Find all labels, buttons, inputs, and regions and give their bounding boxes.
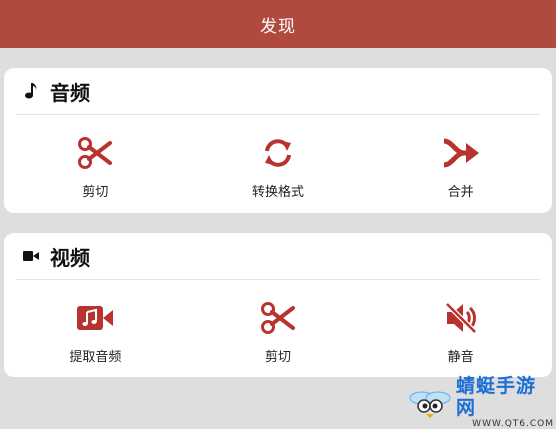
- video-mute-button[interactable]: 静音: [369, 280, 552, 378]
- video-cut-button[interactable]: 剪切: [187, 280, 370, 378]
- video-extract-audio-button[interactable]: 提取音频: [4, 280, 187, 378]
- music-note-icon: [22, 82, 40, 100]
- video-music-icon: [75, 298, 115, 338]
- watermark-main: 蜻蜓手游网: [456, 375, 537, 419]
- video-section-title: 视频: [50, 245, 90, 270]
- audio-tools: 剪切 转换格式 合并: [4, 115, 552, 213]
- audio-cut-button[interactable]: 剪切: [4, 115, 187, 213]
- video-mute-label: 静音: [447, 349, 474, 365]
- video-extract-audio-label: 提取音频: [69, 349, 122, 365]
- audio-cut-label: 剪切: [82, 184, 109, 200]
- watermark-text: 蜻蜓手游网 WWW.QT6.COM: [456, 375, 554, 429]
- scissors-icon: [75, 133, 115, 173]
- page-title: 发现: [260, 16, 296, 37]
- video-tools: 提取音频 剪切 静音: [4, 280, 552, 378]
- mute-speaker-icon: [441, 298, 481, 338]
- audio-merge-button[interactable]: 合并: [369, 115, 552, 213]
- audio-section: 音频 剪切 转换格式 合并: [4, 68, 552, 213]
- audio-convert-label: 转换格式: [252, 184, 305, 200]
- audio-convert-button[interactable]: 转换格式: [187, 115, 370, 213]
- dragonfly-logo-icon: [408, 384, 452, 420]
- site-watermark: 蜻蜓手游网 WWW.QT6.COM: [408, 375, 554, 429]
- convert-arrows-icon: [258, 133, 298, 173]
- merge-arrow-icon: [441, 133, 481, 173]
- audio-section-title: 音频: [50, 80, 90, 105]
- app-header: 发现: [0, 0, 556, 48]
- scissors-icon: [258, 298, 298, 338]
- video-section: 视频 提取音频 剪切 静音: [4, 233, 552, 377]
- audio-merge-label: 合并: [447, 184, 474, 200]
- audio-section-header: 音频: [16, 68, 540, 115]
- video-camera-icon: [22, 247, 40, 265]
- video-section-header: 视频: [16, 233, 540, 280]
- video-cut-label: 剪切: [265, 349, 292, 365]
- watermark-url: WWW.QT6.COM: [472, 419, 554, 429]
